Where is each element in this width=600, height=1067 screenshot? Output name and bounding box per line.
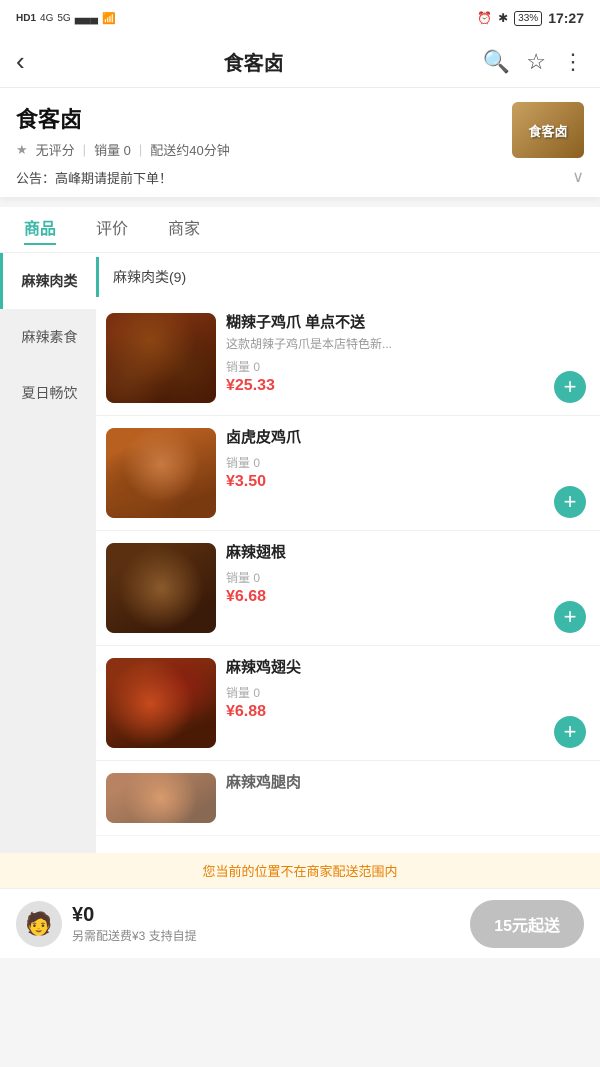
product-price-3: ¥6.68 <box>226 588 544 606</box>
bottom-bar: 🧑 ¥0 另需配送费¥3 支持自提 15元起送 <box>0 888 600 958</box>
carrier-label: HD1 <box>16 13 36 24</box>
status-right: ⏰ ✱ 33% 17:27 <box>477 10 584 26</box>
product-name-3: 麻辣翅根 <box>226 543 544 563</box>
favorite-icon[interactable]: ☆ <box>526 49 546 75</box>
sales-text: 销量 0 <box>94 140 131 159</box>
cart-person-icon: 🧑 <box>25 911 52 937</box>
alarm-icon: ⏰ <box>477 11 492 25</box>
product-item: 糊辣子鸡爪 单点不送 这款胡辣子鸡爪是本店特色新... 销量 0 ¥25.33 … <box>96 301 600 416</box>
checkout-button[interactable]: 15元起送 <box>470 900 584 948</box>
battery-icon: 33% <box>514 11 542 26</box>
product-image-2 <box>106 428 216 518</box>
product-info-5: 麻辣鸡腿肉 <box>226 773 586 793</box>
product-price-1: ¥25.33 <box>226 377 544 395</box>
tab-merchant[interactable]: 商家 <box>168 215 200 245</box>
network-4g: 4G <box>40 13 53 24</box>
tab-bar: 商品 评价 商家 <box>0 207 600 253</box>
shop-thumbnail: 食客卤 <box>512 102 584 158</box>
product-image-1 <box>106 313 216 403</box>
product-name-4: 麻辣鸡翅尖 <box>226 658 544 678</box>
product-image-5 <box>106 773 216 823</box>
product-info-1: 糊辣子鸡爪 单点不送 这款胡辣子鸡爪是本店特色新... 销量 0 ¥25.33 <box>226 313 544 395</box>
rating-text: 无评分 <box>36 140 75 159</box>
tab-products[interactable]: 商品 <box>24 215 56 245</box>
cart-area: 🧑 ¥0 另需配送费¥3 支持自提 <box>16 901 197 947</box>
cart-note: 另需配送费¥3 支持自提 <box>72 927 197 944</box>
product-name-5: 麻辣鸡腿肉 <box>226 773 586 793</box>
delivery-text: 配送约40分钟 <box>150 140 229 159</box>
add-button-3[interactable]: + <box>554 601 586 633</box>
tab-reviews[interactable]: 评价 <box>96 215 128 245</box>
product-name-2: 卤虎皮鸡爪 <box>226 428 544 448</box>
product-image-4 <box>106 658 216 748</box>
sidebar-item-summer-drink[interactable]: 夏日畅饮 <box>0 365 96 421</box>
product-name-1: 糊辣子鸡爪 单点不送 <box>226 313 544 333</box>
nav-bar: ‹ 食客卤 🔍 ☆ ⋮ <box>0 36 600 88</box>
back-button[interactable]: ‹ <box>16 46 25 77</box>
notice-text: 您当前的位置不在商家配送范围内 <box>202 864 397 879</box>
bottom-notice: 您当前的位置不在商家配送范围内 <box>0 853 600 888</box>
product-sales-3: 销量 0 <box>226 569 544 586</box>
time-display: 17:27 <box>548 10 584 26</box>
product-info-4: 麻辣鸡翅尖 销量 0 ¥6.88 <box>226 658 544 721</box>
product-image-3 <box>106 543 216 633</box>
product-info-2: 卤虎皮鸡爪 销量 0 ¥3.50 <box>226 428 544 491</box>
status-left: HD1 4G 5G ▄▄▄ 📶 <box>16 12 116 25</box>
nav-actions: 🔍 ☆ ⋮ <box>483 49 584 75</box>
product-sales-4: 销量 0 <box>226 684 544 701</box>
product-item: 麻辣翅根 销量 0 ¥6.68 + <box>96 531 600 646</box>
shop-meta: ★ 无评分 | 销量 0 | 配送约40分钟 <box>16 140 584 159</box>
product-item: 麻辣鸡腿肉 <box>96 761 600 836</box>
cart-price: ¥0 <box>72 904 197 927</box>
star-icon: ★ <box>16 142 28 158</box>
shop-info-card: 食客卤 食客卤 ★ 无评分 | 销量 0 | 配送约40分钟 公告：高峰期请提前… <box>0 88 600 197</box>
cart-price-area: ¥0 另需配送费¥3 支持自提 <box>72 904 197 944</box>
network-5g: 5G <box>57 13 70 24</box>
product-price-2: ¥3.50 <box>226 473 544 491</box>
product-item: 卤虎皮鸡爪 销量 0 ¥3.50 + <box>96 416 600 531</box>
add-button-2[interactable]: + <box>554 486 586 518</box>
nav-title: 食客卤 <box>224 47 284 76</box>
sidebar-item-spicy-meat[interactable]: 麻辣肉类 <box>0 253 96 309</box>
shop-notice: 公告：高峰期请提前下单！ ∨ <box>16 167 584 187</box>
expand-icon[interactable]: ∨ <box>572 167 584 187</box>
shop-name-row: 食客卤 <box>16 102 584 134</box>
more-icon[interactable]: ⋮ <box>562 49 584 75</box>
cart-avatar: 🧑 <box>16 901 62 947</box>
product-sales-2: 销量 0 <box>226 454 544 471</box>
product-sales-1: 销量 0 <box>226 358 544 375</box>
product-list: 麻辣肉类(9) 糊辣子鸡爪 单点不送 这款胡辣子鸡爪是本店特色新... 销量 0… <box>96 253 600 853</box>
sidebar: 麻辣肉类 麻辣素食 夏日畅饮 <box>0 253 96 853</box>
product-item: 麻辣鸡翅尖 销量 0 ¥6.88 + <box>96 646 600 761</box>
shop-name: 食客卤 <box>16 102 82 134</box>
bluetooth-icon: ✱ <box>498 11 508 25</box>
sidebar-item-spicy-veg[interactable]: 麻辣素食 <box>0 309 96 365</box>
product-info-3: 麻辣翅根 销量 0 ¥6.68 <box>226 543 544 606</box>
search-icon[interactable]: 🔍 <box>483 49 510 75</box>
signal-bars: ▄▄▄ <box>75 12 98 24</box>
wifi-icon: 📶 <box>102 12 116 25</box>
add-button-4[interactable]: + <box>554 716 586 748</box>
add-button-1[interactable]: + <box>554 371 586 403</box>
notice-text: 公告：高峰期请提前下单！ <box>16 168 172 187</box>
main-content: 麻辣肉类 麻辣素食 夏日畅饮 麻辣肉类(9) 糊辣子鸡爪 单点不送 这款胡辣子鸡… <box>0 253 600 853</box>
product-price-4: ¥6.88 <box>226 703 544 721</box>
product-desc-1: 这款胡辣子鸡爪是本店特色新... <box>226 336 544 353</box>
category-header: 麻辣肉类(9) <box>96 257 600 297</box>
status-bar: HD1 4G 5G ▄▄▄ 📶 ⏰ ✱ 33% 17:27 <box>0 0 600 36</box>
